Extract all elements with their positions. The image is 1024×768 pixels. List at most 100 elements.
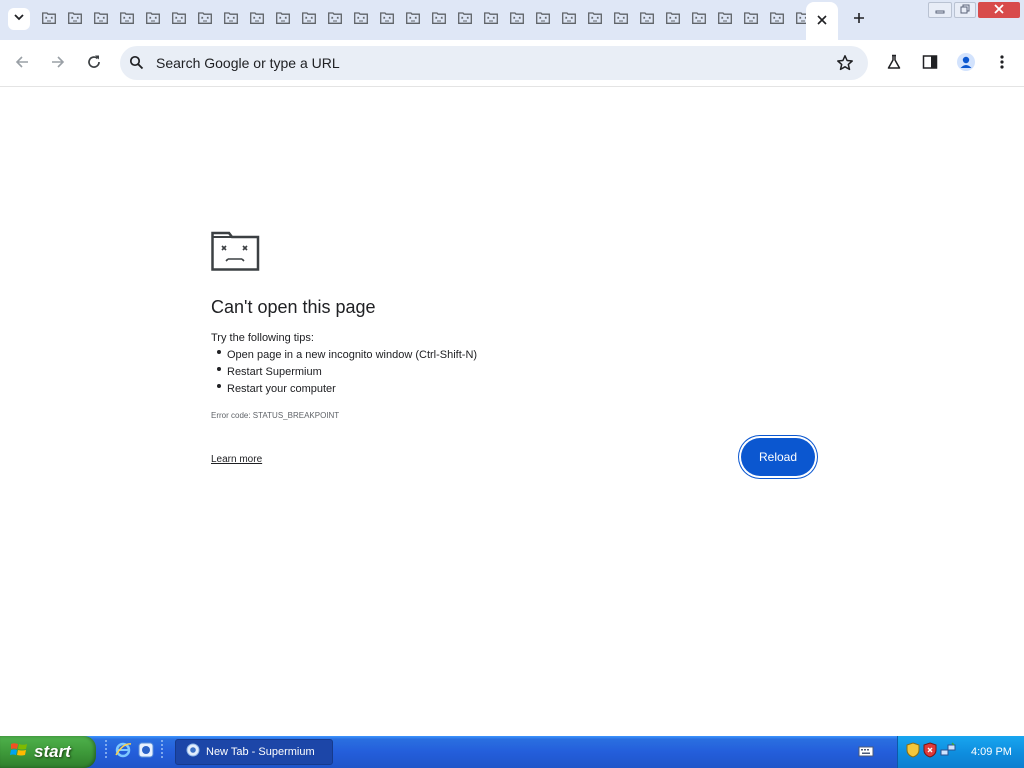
start-button[interactable]: start bbox=[0, 736, 96, 768]
tab[interactable] bbox=[634, 6, 660, 34]
security-alert-icon[interactable] bbox=[923, 741, 937, 763]
tab[interactable] bbox=[36, 6, 62, 34]
tab[interactable] bbox=[712, 6, 738, 34]
tab-search-button[interactable] bbox=[8, 8, 30, 30]
menu-button[interactable] bbox=[989, 51, 1015, 77]
error-code: Error code: STATUS_BREAKPOINT bbox=[211, 411, 340, 420]
tab[interactable] bbox=[374, 6, 400, 34]
tab[interactable] bbox=[738, 6, 764, 34]
sad-tab-icon bbox=[718, 11, 732, 29]
quick-launch bbox=[104, 736, 164, 768]
tab[interactable] bbox=[452, 6, 478, 34]
tab[interactable] bbox=[686, 6, 712, 34]
reload-button[interactable]: Reload bbox=[741, 438, 815, 476]
sad-tab-icon bbox=[510, 11, 524, 29]
learn-more-link[interactable]: Learn more bbox=[211, 454, 262, 465]
sad-tab-icon bbox=[406, 11, 420, 29]
tab[interactable] bbox=[556, 6, 582, 34]
tab[interactable] bbox=[530, 6, 556, 34]
labs-button[interactable] bbox=[881, 51, 907, 77]
address-bar[interactable]: Search Google or type a URL bbox=[120, 46, 868, 80]
start-label: start bbox=[34, 742, 71, 761]
tab[interactable] bbox=[504, 6, 530, 34]
more-vertical-icon bbox=[999, 54, 1005, 75]
tab[interactable] bbox=[218, 6, 244, 34]
sad-tab-icon bbox=[692, 11, 706, 29]
clock: 4:09 PM bbox=[971, 746, 1012, 758]
back-button[interactable] bbox=[9, 51, 35, 77]
window-close-button[interactable] bbox=[978, 2, 1020, 18]
tab[interactable] bbox=[608, 6, 634, 34]
keyboard-icon[interactable] bbox=[858, 744, 874, 763]
sad-tab-icon bbox=[172, 11, 186, 29]
tab[interactable] bbox=[478, 6, 504, 34]
sad-tab-icon bbox=[250, 11, 264, 29]
sad-tab-icon bbox=[614, 11, 628, 29]
plus-icon bbox=[853, 11, 865, 29]
sad-tab-icon bbox=[666, 11, 680, 29]
error-title: Can't open this page bbox=[211, 297, 376, 317]
grip-icon bbox=[104, 739, 108, 766]
tab[interactable] bbox=[140, 6, 166, 34]
tab[interactable] bbox=[62, 6, 88, 34]
taskbar-window-button[interactable]: New Tab - Supermium bbox=[175, 739, 333, 765]
sad-tab-icon bbox=[744, 11, 758, 29]
tab[interactable] bbox=[88, 6, 114, 34]
tab-strip bbox=[0, 0, 1024, 40]
forward-button[interactable] bbox=[45, 51, 71, 77]
tab[interactable] bbox=[166, 6, 192, 34]
bookmark-star-icon[interactable] bbox=[836, 54, 854, 77]
sad-tab-icon bbox=[588, 11, 602, 29]
sad-tab-icon bbox=[211, 229, 261, 276]
tab[interactable] bbox=[426, 6, 452, 34]
security-shield-icon[interactable] bbox=[906, 741, 920, 763]
list-item: Restart your computer bbox=[211, 381, 477, 398]
tab[interactable] bbox=[192, 6, 218, 34]
arrow-right-icon bbox=[50, 54, 66, 75]
active-tab[interactable] bbox=[806, 2, 838, 40]
sad-tab-icon bbox=[328, 11, 342, 29]
minimize-button[interactable] bbox=[928, 2, 952, 18]
tab[interactable] bbox=[270, 6, 296, 34]
taskbar-window-label: New Tab - Supermium bbox=[206, 746, 315, 758]
windows-logo-icon bbox=[10, 741, 28, 764]
close-icon[interactable] bbox=[817, 12, 827, 30]
tab[interactable] bbox=[764, 6, 790, 34]
browser-toolbar: Search Google or type a URL bbox=[0, 40, 1024, 87]
sad-tab-icon bbox=[354, 11, 368, 29]
media-player-icon[interactable] bbox=[138, 742, 154, 763]
sad-tab-icon bbox=[484, 11, 498, 29]
tab[interactable] bbox=[348, 6, 374, 34]
taskbar: start New Tab - Supermium 4:09 PM bbox=[0, 736, 1024, 768]
arrow-left-icon bbox=[14, 54, 30, 75]
restore-button[interactable] bbox=[954, 2, 976, 18]
sad-tab-icon bbox=[770, 11, 784, 29]
profile-button[interactable] bbox=[953, 51, 979, 77]
tab[interactable] bbox=[400, 6, 426, 34]
internet-explorer-icon[interactable] bbox=[114, 741, 132, 764]
reload-toolbar-button[interactable] bbox=[81, 51, 107, 77]
sad-tab-icon bbox=[146, 11, 160, 29]
flask-icon bbox=[886, 54, 902, 75]
refresh-icon bbox=[86, 54, 102, 75]
tab[interactable] bbox=[296, 6, 322, 34]
supermium-icon bbox=[186, 743, 200, 762]
sad-tab-icon bbox=[536, 11, 550, 29]
tab[interactable] bbox=[114, 6, 140, 34]
tab[interactable] bbox=[582, 6, 608, 34]
tips-intro: Try the following tips: bbox=[211, 332, 314, 344]
sad-tab-icon bbox=[458, 11, 472, 29]
sad-tab-icon bbox=[42, 11, 56, 29]
address-bar-placeholder: Search Google or type a URL bbox=[156, 55, 340, 71]
side-panel-button[interactable] bbox=[917, 51, 943, 77]
tab[interactable] bbox=[660, 6, 686, 34]
restore-icon bbox=[960, 1, 970, 19]
tab[interactable] bbox=[244, 6, 270, 34]
sad-tab-icon bbox=[224, 11, 238, 29]
new-tab-button[interactable] bbox=[848, 9, 870, 31]
chevron-down-icon bbox=[13, 10, 25, 28]
side-panel-icon bbox=[922, 54, 938, 75]
grip-icon bbox=[160, 739, 164, 766]
network-icon[interactable] bbox=[940, 741, 956, 763]
tab[interactable] bbox=[322, 6, 348, 34]
